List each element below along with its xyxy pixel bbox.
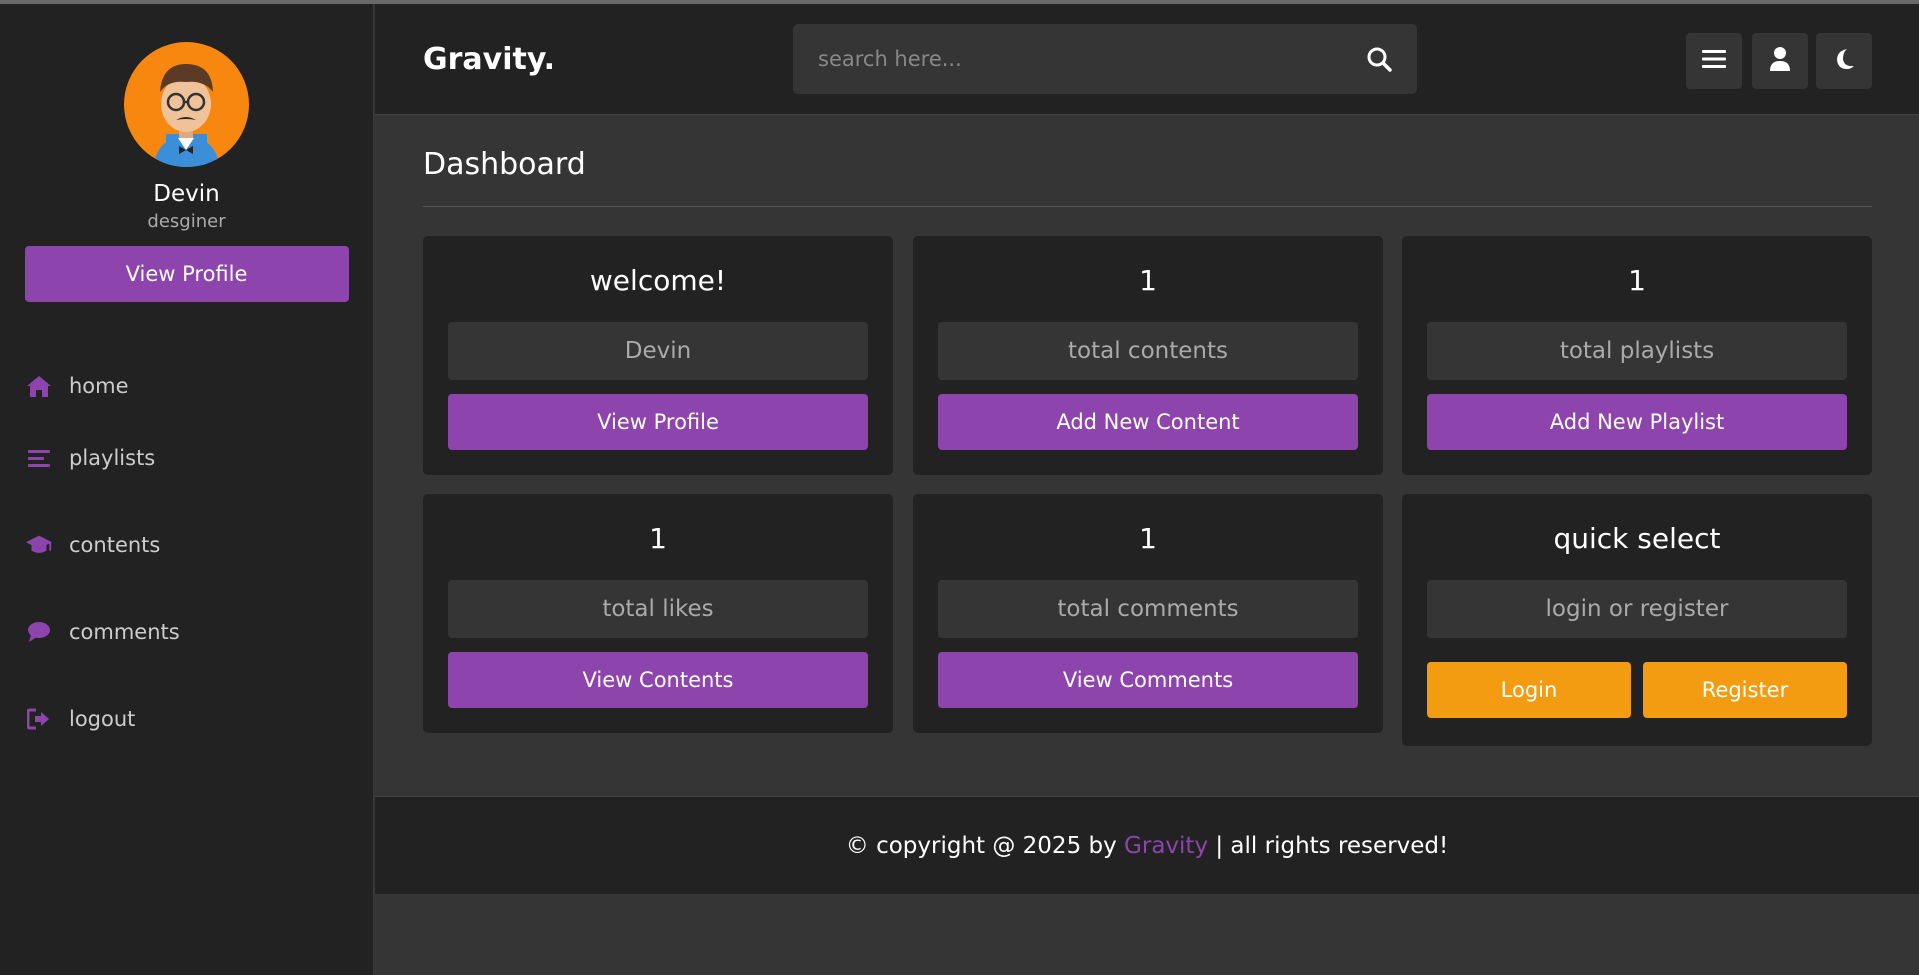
list-icon	[25, 448, 53, 468]
logout-icon	[25, 708, 53, 730]
sidebar-item-label: home	[69, 374, 129, 398]
card-heading: quick select	[1553, 522, 1721, 555]
home-icon	[25, 374, 53, 398]
footer-copyright-prefix: © copyright @ 2025 by	[845, 832, 1125, 859]
avatar	[124, 42, 249, 167]
menu-icon	[1702, 49, 1726, 73]
graduation-cap-icon	[25, 533, 53, 557]
register-button[interactable]: Register	[1643, 662, 1847, 718]
card-value-box: total playlists	[1427, 322, 1847, 380]
title-divider	[423, 206, 1872, 207]
footer: © copyright @ 2025 by Gravity | all righ…	[375, 796, 1919, 894]
auth-button-row: Login Register	[1427, 662, 1847, 718]
profile-section: Devin desginer View Profile	[0, 4, 373, 302]
contents-card: 1 total contents Add New Content	[913, 236, 1383, 475]
sidebar-view-profile-button[interactable]: View Profile	[24, 246, 349, 302]
card-value-box: total likes	[448, 580, 868, 638]
card-heading: 1	[1139, 264, 1157, 297]
theme-toggle-button[interactable]	[1816, 33, 1872, 89]
sidebar: Devin desginer View Profile home playlis…	[0, 4, 374, 975]
welcome-card: welcome! Devin View Profile	[423, 236, 893, 475]
view-contents-button[interactable]: View Contents	[448, 652, 868, 708]
profile-role: desginer	[147, 211, 226, 232]
view-profile-button[interactable]: View Profile	[448, 394, 868, 450]
view-comments-button[interactable]: View Comments	[938, 652, 1358, 708]
add-new-playlist-button[interactable]: Add New Playlist	[1427, 394, 1847, 450]
sidebar-item-contents[interactable]: contents	[0, 501, 373, 588]
footer-copyright-suffix: | all rights reserved!	[1208, 832, 1449, 859]
card-heading: 1	[1139, 522, 1157, 555]
sidebar-nav: home playlists contents comments logout	[0, 358, 373, 762]
user-icon	[1769, 47, 1791, 75]
likes-card: 1 total likes View Contents	[423, 494, 893, 733]
search-input[interactable]	[793, 24, 1417, 94]
sidebar-item-logout[interactable]: logout	[0, 675, 373, 762]
card-heading: 1	[649, 522, 667, 555]
card-value-box: login or register	[1427, 580, 1847, 638]
sidebar-item-label: logout	[69, 706, 136, 731]
sidebar-item-playlists[interactable]: playlists	[0, 414, 373, 501]
sidebar-item-home[interactable]: home	[0, 358, 373, 414]
comment-icon	[25, 621, 53, 643]
quick-select-card: quick select login or register Login Reg…	[1402, 494, 1872, 746]
search-icon[interactable]	[1366, 46, 1392, 76]
sidebar-item-label: playlists	[69, 445, 156, 470]
page-title: Dashboard	[423, 147, 586, 182]
card-heading: welcome!	[589, 264, 727, 297]
sidebar-item-label: comments	[69, 619, 180, 644]
moon-icon	[1833, 48, 1855, 74]
footer-brand-link[interactable]: Gravity	[1124, 833, 1208, 859]
sidebar-item-comments[interactable]: comments	[0, 588, 373, 675]
add-new-content-button[interactable]: Add New Content	[938, 394, 1358, 450]
card-value-box: total comments	[938, 580, 1358, 638]
card-heading: 1	[1628, 264, 1646, 297]
header: Gravity.	[375, 4, 1919, 115]
profile-name: Devin	[153, 181, 220, 207]
sidebar-item-label: contents	[69, 532, 161, 557]
person-avatar-icon	[154, 64, 219, 167]
playlists-card: 1 total playlists Add New Playlist	[1402, 236, 1872, 475]
search-bar	[793, 24, 1417, 94]
card-value-box: total contents	[938, 322, 1358, 380]
card-value-box: Devin	[448, 322, 868, 380]
logo[interactable]: Gravity.	[423, 42, 555, 77]
comments-card: 1 total comments View Comments	[913, 494, 1383, 733]
user-button[interactable]	[1752, 33, 1808, 89]
menu-button[interactable]	[1686, 33, 1742, 89]
login-button[interactable]: Login	[1427, 662, 1631, 718]
